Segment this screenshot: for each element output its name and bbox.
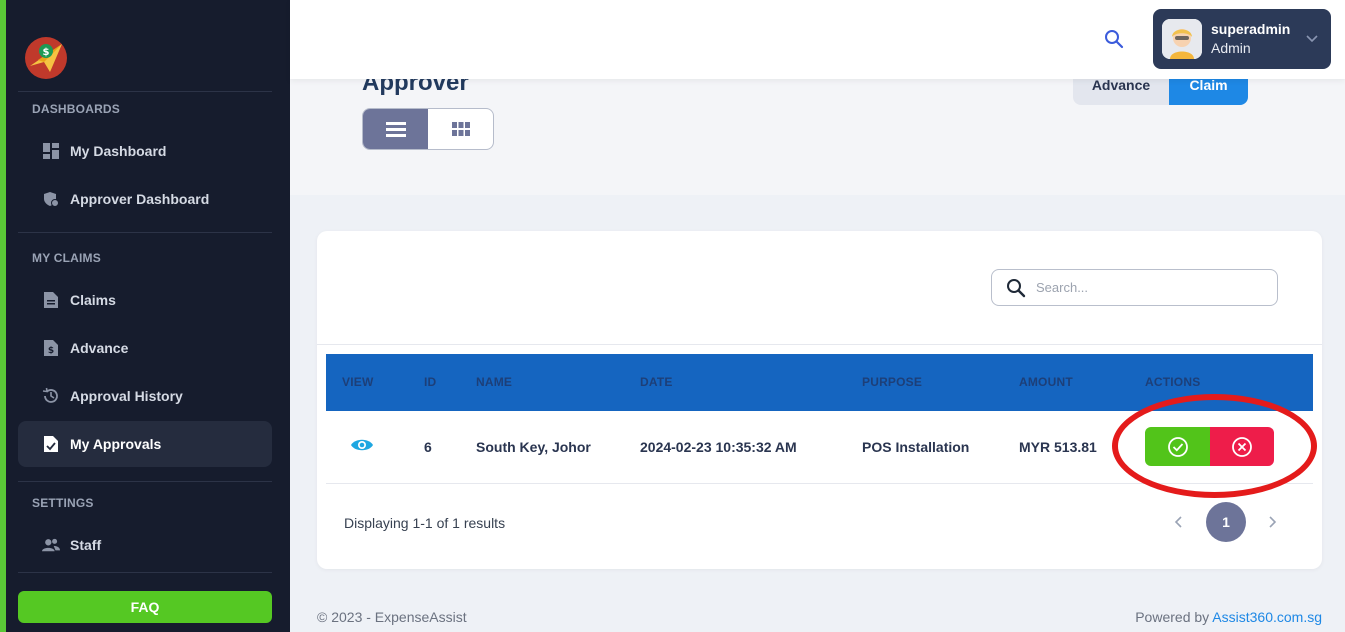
faq-button[interactable]: FAQ [18,591,272,623]
sidebar-divider [18,232,272,233]
dollar-document-icon: $ [42,339,60,357]
approve-button[interactable] [1145,427,1210,466]
history-icon [42,387,60,405]
cell-id: 6 [424,439,432,455]
grid-icon [451,122,470,136]
sidebar-item-label: Staff [70,537,102,553]
page-button[interactable]: 1 [1206,502,1246,542]
svg-text:$: $ [43,47,50,58]
chevron-down-icon [1305,31,1319,45]
topbar: superadmin Admin [290,0,1345,79]
users-icon [42,536,60,554]
divider [317,344,1322,345]
approval-document-icon [42,435,60,453]
powered-by-label: Powered by [1135,609,1210,625]
search-icon[interactable] [1103,28,1127,52]
section-my-claims: MY CLAIMS [32,251,101,265]
column-header-purpose: PURPOSE [862,375,923,389]
reject-button[interactable] [1210,427,1274,466]
column-header-date: DATE [640,375,673,389]
sidebar-item-label: My Dashboard [70,143,167,159]
sidebar-divider [18,91,272,92]
cell-name: South Key, Johor [476,439,591,455]
sidebar-item-advance[interactable]: $ Advance [18,325,272,371]
app-logo[interactable]: $ [24,36,68,79]
list-view-button[interactable] [363,109,428,149]
column-header-amount: AMOUNT [1019,375,1073,389]
column-header-id: ID [424,375,437,389]
table-row: 6 South Key, Johor 2024-02-23 10:35:32 A… [326,394,1317,498]
sidebar-item-label: My Approvals [70,436,162,452]
approvals-card: VIEW ID NAME DATE PURPOSE AMOUNT ACTIONS… [317,231,1322,569]
section-settings: SETTINGS [32,496,94,510]
eye-icon[interactable] [350,436,374,456]
column-header-actions: ACTIONS [1145,375,1201,389]
table-header: VIEW ID NAME DATE PURPOSE AMOUNT ACTIONS [326,354,1313,411]
avatar [1162,19,1202,59]
check-circle-icon [1167,436,1188,457]
sidebar-item-staff[interactable]: Staff [18,522,272,568]
sidebar-item-label: Approver Dashboard [70,191,210,207]
sidebar-item-label: Approval History [70,388,183,404]
section-dashboards: DASHBOARDS [32,102,121,116]
chevron-left-icon[interactable] [1169,512,1189,532]
shield-gear-icon [42,190,60,208]
sidebar-item-approval-history[interactable]: Approval History [18,373,272,419]
view-toggle [362,108,494,150]
svg-text:$: $ [48,346,54,356]
cell-amount: MYR 513.81 [1019,439,1097,455]
powered-by: Powered by Assist360.com.sg [1135,609,1322,625]
sidebar-item-my-dashboard[interactable]: My Dashboard [18,128,272,174]
user-role: Admin [1211,40,1251,56]
column-header-view: VIEW [342,375,374,389]
dashboard-icon [42,142,60,160]
grid-view-button[interactable] [428,109,493,149]
sidebar-item-claims[interactable]: Claims [18,277,272,323]
search-icon [1007,278,1026,297]
list-icon [385,122,406,137]
sidebar-item-label: Claims [70,292,116,308]
search-input[interactable] [1036,280,1256,295]
user-menu[interactable]: superadmin Admin [1153,9,1331,69]
cell-date: 2024-02-23 10:35:32 AM [640,439,797,455]
sidebar-item-approver-dashboard[interactable]: Approver Dashboard [18,176,272,222]
cell-purpose: POS Installation [862,439,970,455]
chevron-right-icon[interactable] [1262,512,1282,532]
powered-by-link[interactable]: Assist360.com.sg [1212,609,1322,625]
sidebar: $ DASHBOARDS My Dashboard Approver Dashb… [6,0,290,632]
copyright-text: © 2023 - ExpenseAssist [317,609,467,625]
document-icon [42,291,60,309]
sidebar-divider [18,572,272,573]
user-name: superadmin [1211,21,1291,37]
results-summary: Displaying 1-1 of 1 results [344,515,506,531]
sidebar-item-my-approvals[interactable]: My Approvals [18,421,272,467]
column-header-name: NAME [476,375,513,389]
sidebar-item-label: Advance [70,340,129,356]
search-field[interactable] [991,269,1278,306]
x-circle-icon [1232,436,1252,457]
sidebar-divider [18,481,272,482]
